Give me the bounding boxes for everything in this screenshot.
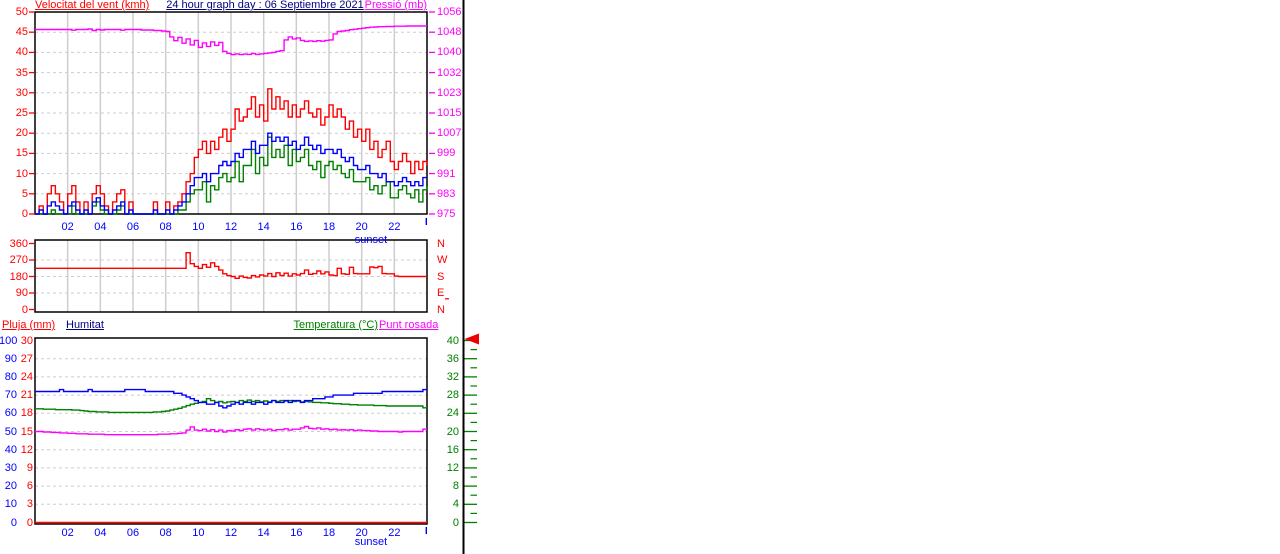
chart1-hour-label: 08 (159, 221, 172, 233)
chart3-temperature-tick-label: 20 (446, 425, 459, 438)
chart3-temperature-tick-label: 40 (446, 334, 459, 347)
chart1-pressure-tick-label: 983 (437, 187, 456, 200)
chart1-hour-label: 12 (224, 221, 238, 233)
humidity-axis-title: Humitat (66, 319, 104, 331)
chart3-temperature-tick-label: 8 (452, 480, 459, 493)
chart2-compass-tick-label: W (437, 254, 448, 266)
chart1-wind-tick-label: 15 (15, 147, 28, 160)
page-title: 24 hour graph day : 06 Septiembre 2021 (166, 0, 364, 11)
chart3-temperature-tick-label: 28 (446, 389, 459, 402)
chart2-compass-tick-label: N (437, 303, 445, 316)
chart1-pressure-tick-label: 999 (437, 147, 456, 160)
chart3-hour-label: 04 (94, 527, 107, 539)
chart3-hour-label: 06 (126, 527, 140, 539)
chart1-pressure-tick-label: 1007 (437, 127, 462, 140)
chart3-rain-tick-label: 6 (26, 480, 33, 493)
chart1-pressure-tick-label: 975 (437, 208, 456, 220)
charts-canvas (29, 0, 479, 554)
chart1-wind-tick-label: 20 (15, 127, 28, 140)
chart3-humidity-tick-label: 60 (4, 407, 17, 420)
chart1-pressure-tick-label: 1056 (437, 6, 462, 18)
chart2-degree-tick-label: 0 (21, 303, 28, 316)
chart1-hour-label: 20 (355, 221, 368, 233)
chart3-temperature-tick-label: 24 (446, 407, 459, 420)
chart3-rain-tick-label: 3 (26, 498, 33, 511)
chart3-humidity-tick-label: 100 (0, 334, 18, 347)
chart1-pressure-tick-label: 1048 (437, 26, 462, 39)
chart3-rain-tick-label: 21 (20, 389, 33, 402)
chart3-temperature-tick-label: 0 (452, 516, 459, 529)
chart3-rain-tick-label: 15 (20, 425, 33, 438)
chart3-humidity-tick-label: 80 (4, 370, 17, 383)
chart1-wind-tick-label: 25 (15, 107, 28, 119)
chart3-rain-tick-label: 9 (26, 461, 33, 474)
chart3-humidity-tick-label: 10 (4, 498, 17, 511)
chart1-hour-label: 18 (322, 221, 336, 233)
chart3-rain-tick-label: 27 (20, 352, 33, 365)
sunset-label-chart1: sunset (354, 234, 388, 246)
chart3-hour-label: 08 (159, 527, 172, 539)
chart3-hour-label: 22 (388, 527, 401, 539)
chart3-rain-tick-label: 12 (20, 443, 33, 456)
chart3-temperature-tick-label: 32 (446, 370, 459, 383)
chart2-degree-tick-label: 90 (15, 287, 28, 299)
chart3-rain-tick-label: 18 (20, 407, 33, 420)
chart1-pressure-tick-label: 1015 (437, 107, 462, 119)
chart3-humidity-tick-label: 50 (4, 425, 17, 438)
chart3-humidity-tick-label: 40 (4, 443, 17, 456)
dew_point_c-line (35, 425, 427, 436)
chart3-hour-label: 20 (355, 527, 368, 539)
chart3-hour-label: 10 (192, 527, 205, 539)
chart1-pressure-tick-label: 1040 (437, 46, 462, 59)
chart2-degree-tick-label: 270 (9, 254, 28, 266)
chart1-wind-tick-label: 5 (21, 187, 28, 200)
chart2-compass-tick-label: E (437, 287, 445, 299)
dewpoint-axis-title: Punt rosada (379, 319, 439, 331)
chart1-hour-label: 04 (94, 221, 107, 233)
chart1-hour-label: 10 (192, 221, 205, 233)
weather-graphs-window: Velocitat del vent (kmh) 24 hour graph d… (0, 0, 1280, 554)
chart1-wind-tick-label: 40 (15, 46, 28, 59)
chart3-humidity-tick-label: 30 (4, 461, 17, 474)
chart1-hour-label: 16 (290, 221, 303, 233)
chart1-hour-label: 22 (388, 221, 401, 233)
chart3-hour-label: 12 (224, 527, 238, 539)
rain-axis-title: Pluja (mm) (2, 319, 56, 331)
chart3-hour-label: 02 (61, 527, 74, 539)
chart3-hour-label: 16 (290, 527, 303, 539)
chart3-rain-tick-label: 0 (26, 516, 33, 529)
chart1-hour-label: 02 (61, 221, 74, 233)
chart2-compass-tick-label: S (437, 270, 445, 283)
chart3-temperature-tick-label: 4 (452, 498, 459, 511)
chart3-temperature-tick-label: 36 (446, 352, 459, 365)
chart3-temperature-tick-label: 12 (446, 461, 459, 474)
chart1-pressure-tick-label: 1032 (437, 66, 462, 79)
chart1-wind-tick-label: 0 (21, 208, 28, 220)
chart1-pressure-tick-label: 1023 (437, 86, 462, 99)
chart1-wind-tick-label: 50 (15, 6, 28, 18)
temperature-marker-arrow-icon (464, 333, 479, 345)
chart3-humidity-tick-label: 20 (4, 480, 17, 493)
chart2-degree-tick-label: 360 (9, 237, 28, 250)
chart3-humidity-tick-label: 0 (10, 516, 17, 529)
chart3-humidity-tick-label: 70 (4, 389, 17, 402)
chart1-hour-label: 14 (257, 221, 270, 233)
chart1-hour-label: 06 (126, 221, 140, 233)
chart3-hour-label: 14 (257, 527, 270, 539)
chart1-pressure-tick-label: 991 (437, 167, 456, 180)
chart3-rain-tick-label: 30 (20, 334, 33, 347)
chart2-compass-tick-label: N (437, 237, 445, 250)
chart3-rain-tick-label: 24 (20, 370, 33, 383)
wind-speed-axis-title: Velocitat del vent (kmh) (35, 0, 150, 11)
chart3-temperature-tick-label: 16 (446, 443, 459, 456)
pressure-axis-title: Pressió (mb) (364, 0, 427, 11)
chart1-wind-tick-label: 35 (15, 66, 28, 79)
chart3-humidity-tick-label: 90 (4, 352, 17, 365)
chart1-wind-tick-label: 45 (15, 26, 28, 39)
chart2-degree-tick-label: 180 (9, 270, 28, 283)
temperature-axis-title: Temperatura (°C) (293, 319, 378, 331)
chart1-wind-tick-label: 10 (15, 167, 28, 180)
chart3-hour-label: 18 (322, 527, 336, 539)
chart1-wind-tick-label: 30 (15, 86, 28, 99)
